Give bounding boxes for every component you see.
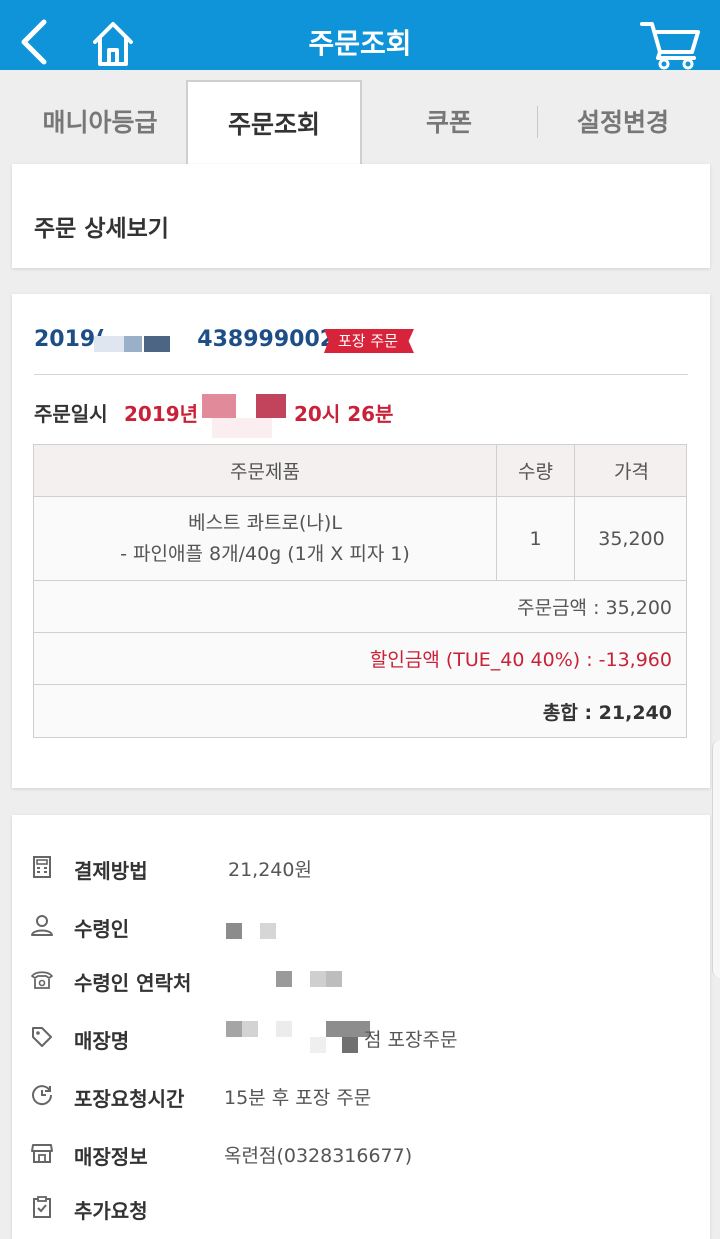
pickup-time-label: 포장요청시간 <box>74 1087 185 1111</box>
payment-method-label: 결제방법 <box>74 859 148 883</box>
redaction-mask <box>242 1021 258 1037</box>
product-option: - 파인애플 8개/40g (1개 X 피자 1) <box>120 542 410 565</box>
product-name: 베스트 콰트로(나)L <box>188 511 342 534</box>
order-table: 주문제품 수량 가격 베스트 콰트로(나)L - 파인애플 8개/40g (1개… <box>33 444 687 738</box>
phone-icon <box>31 971 53 989</box>
store-icon <box>31 1144 53 1163</box>
store-info-value: 옥련점(0328316677) <box>224 1145 413 1167</box>
tab-mania-grade[interactable]: 매니아등급 <box>12 80 188 166</box>
divider <box>34 374 688 375</box>
product-cell: 베스트 콰트로(나)L - 파인애플 8개/40g (1개 X 피자 1) <box>34 497 497 580</box>
redaction-mask <box>92 294 172 314</box>
column-header-price: 가격 <box>614 461 649 483</box>
table-header-row: 주문제품 수량 가격 <box>34 445 686 497</box>
redaction-mask <box>310 971 326 987</box>
tab-order-inquiry[interactable]: 주문조회 <box>186 80 362 166</box>
store-name-label: 매장명 <box>74 1029 130 1053</box>
discount-row: 할인금액 (TUE_40 40%) : -13,960 <box>34 633 686 685</box>
extra-request-label: 추가요청 <box>74 1199 148 1223</box>
top-app-bar: 주문조회 <box>0 0 720 70</box>
redaction-mask <box>342 1037 358 1053</box>
redaction-mask <box>212 418 272 438</box>
redaction-mask <box>226 923 242 939</box>
tab-coupon[interactable]: 쿠폰 <box>362 80 536 166</box>
section-title: 주문 상세보기 <box>34 216 169 242</box>
recipient-label: 수령인 <box>74 917 130 941</box>
qty-cell: 1 <box>497 497 575 580</box>
total-amount: 총합 : 21,240 <box>542 701 672 724</box>
tab-bar: 매니아등급 주문조회 쿠폰 설정변경 <box>12 80 710 166</box>
redaction-mask <box>310 1037 326 1053</box>
tab-settings[interactable]: 설정변경 <box>536 80 710 166</box>
cart-icon[interactable] <box>640 18 702 70</box>
payment-method-value: 21,240원 <box>228 859 312 881</box>
redaction-mask <box>144 336 170 352</box>
order-date-suffix: 20시 26분 <box>294 402 394 426</box>
order-detail-card: 2019(4389990020 포장 주문 주문일시 2019년 20시 26분… <box>12 294 710 788</box>
redaction-mask <box>276 1021 292 1037</box>
pickup-time-row: 포장요청시간 15분 후 포장 주문 <box>30 1075 690 1115</box>
page-title: 주문조회 <box>308 27 412 60</box>
discount-amount: 할인금액 (TUE_40 40%) : -13,960 <box>369 649 672 671</box>
scroll-handle[interactable] <box>712 740 720 978</box>
calculator-icon <box>33 856 51 878</box>
store-info-label: 매장정보 <box>74 1145 148 1169</box>
tab-divider <box>537 106 538 138</box>
redaction-mask <box>260 923 276 939</box>
column-header-qty: 수량 <box>497 445 575 496</box>
redaction-mask <box>326 971 342 987</box>
recipient-phone-row: 수령인 연락처 <box>30 959 690 999</box>
extra-request-row: 추가요청 <box>30 1187 690 1227</box>
redaction-mask <box>202 394 236 418</box>
redaction-mask <box>94 336 128 352</box>
recipient-phone-label: 수령인 연락처 <box>74 971 192 995</box>
total-row: 총합 : 21,240 <box>34 685 686 737</box>
redaction-mask <box>256 394 286 418</box>
redaction-mask <box>124 336 142 352</box>
section-header-card: 주문 상세보기 <box>12 164 710 268</box>
redaction-mask <box>226 1021 242 1037</box>
redaction-mask <box>276 971 292 987</box>
order-number: 2019(4389990020 <box>34 327 350 352</box>
payment-method-row: 결제방법 21,240원 <box>30 847 690 887</box>
order-amount: 주문금액 : 35,200 <box>517 597 672 619</box>
order-info-card: 결제방법 21,240원 수령인 수령인 연락처 매장명 점 포장주문 포장요청… <box>12 815 710 1239</box>
store-name-row: 매장명 점 포장주문 <box>30 1017 690 1057</box>
table-row: 베스트 콰트로(나)L - 파인애플 8개/40g (1개 X 피자 1) 1 … <box>34 497 686 581</box>
column-header-product: 주문제품 <box>34 445 497 496</box>
person-icon <box>31 915 53 936</box>
pickup-time-value: 15분 후 포장 주문 <box>224 1087 372 1109</box>
pickup-order-badge: 포장 주문 <box>324 329 414 353</box>
price-cell: 35,200 <box>598 527 665 550</box>
store-info-row: 매장정보 옥련점(0328316677) <box>30 1133 690 1173</box>
recipient-row: 수령인 <box>30 905 690 945</box>
order-date-label: 주문일시 <box>34 402 108 426</box>
clipboard-icon <box>33 1196 51 1218</box>
order-amount-row: 주문금액 : 35,200 <box>34 581 686 633</box>
order-date-prefix: 2019년 <box>124 402 199 426</box>
clock-icon <box>32 1085 53 1106</box>
store-name-value: 점 포장주문 <box>364 1029 458 1051</box>
tag-icon <box>32 1027 52 1047</box>
